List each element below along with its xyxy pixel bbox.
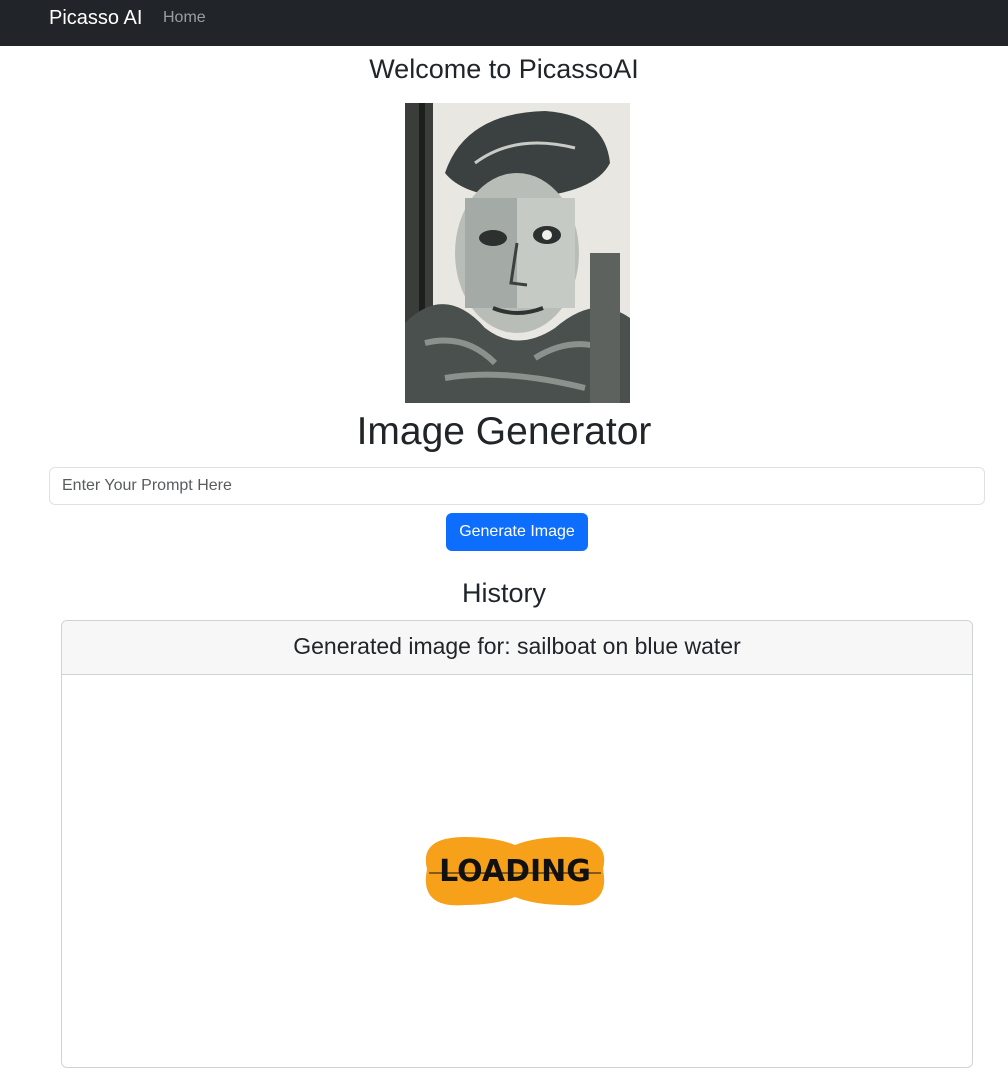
generate-image-button[interactable]: Generate Image <box>446 513 588 551</box>
history-title: History <box>461 578 546 608</box>
navbar: Picasso AI Home <box>0 0 1008 46</box>
picasso-portrait-image <box>405 103 630 403</box>
loading-text: LOADING <box>439 854 591 889</box>
navbar-brand[interactable]: Picasso AI <box>49 7 142 30</box>
history-card: Generated image for: sailboat on blue wa… <box>61 620 973 1068</box>
welcome-title: Welcome to PicassoAI <box>369 54 639 84</box>
nav-link-home[interactable]: Home <box>163 9 206 27</box>
loading-image: LOADING <box>415 829 615 913</box>
history-card-header: Generated image for: sailboat on blue wa… <box>62 621 972 675</box>
prompt-input[interactable] <box>49 467 985 505</box>
image-generator-title: Image Generator <box>356 410 652 453</box>
